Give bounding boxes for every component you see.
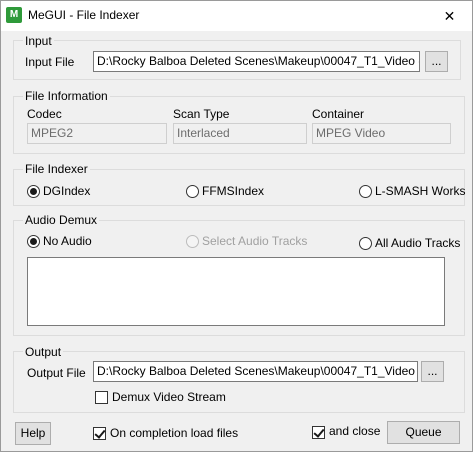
container-field: MPEG Video	[312, 123, 451, 144]
ffmsindex-label[interactable]: FFMSIndex	[202, 184, 264, 198]
all-audio-tracks-label[interactable]: All Audio Tracks	[375, 236, 460, 250]
scan-type-label: Scan Type	[173, 107, 230, 121]
queue-button[interactable]: Queue	[387, 421, 460, 444]
on-completion-load-files-label[interactable]: On completion load files	[110, 426, 238, 440]
output-file-field[interactable]: D:\Rocky Balboa Deleted Scenes\Makeup\00…	[93, 361, 418, 382]
file-indexer-window: M MeGUI - File Indexer ✕ Input Input Fil…	[0, 0, 473, 452]
codec-label: Codec	[27, 107, 62, 121]
megui-app-icon: M	[6, 7, 22, 23]
all-audio-tracks-radio[interactable]	[359, 237, 372, 250]
and-close-checkbox[interactable]	[312, 426, 325, 439]
help-button[interactable]: Help	[15, 422, 51, 445]
input-file-field[interactable]: D:\Rocky Balboa Deleted Scenes\Makeup\00…	[93, 51, 420, 72]
scan-type-field: Interlaced	[173, 123, 307, 144]
and-close-label[interactable]: and close	[329, 424, 380, 438]
close-window-button[interactable]: ✕	[427, 1, 472, 31]
title-bar: M MeGUI - File Indexer ✕	[1, 1, 472, 31]
input-file-label: Input File	[25, 55, 75, 69]
file-information-group-label: File Information	[23, 89, 110, 103]
window-title: MeGUI - File Indexer	[28, 8, 140, 22]
select-audio-tracks-radio	[186, 235, 199, 248]
file-indexer-group-label: File Indexer	[23, 162, 90, 176]
output-group-label: Output	[23, 345, 64, 359]
output-browse-button[interactable]: ...	[421, 361, 444, 382]
demux-video-stream-checkbox[interactable]	[95, 391, 108, 404]
demux-video-stream-label[interactable]: Demux Video Stream	[112, 390, 226, 404]
audio-tracks-list[interactable]	[27, 257, 445, 326]
input-browse-button[interactable]: ...	[425, 51, 448, 72]
container-label: Container	[312, 107, 365, 121]
dgindex-radio[interactable]	[27, 185, 40, 198]
on-completion-load-files-checkbox[interactable]	[93, 427, 106, 440]
no-audio-radio[interactable]	[27, 235, 40, 248]
codec-field: MPEG2	[27, 123, 167, 144]
lsmash-works-radio[interactable]	[359, 185, 372, 198]
input-group-label: Input	[23, 34, 54, 48]
select-audio-tracks-label: Select Audio Tracks	[202, 234, 308, 248]
no-audio-label[interactable]: No Audio	[43, 234, 92, 248]
close-icon: ✕	[443, 8, 456, 24]
ffmsindex-radio[interactable]	[186, 185, 199, 198]
output-file-label: Output File	[27, 366, 86, 380]
lsmash-works-label[interactable]: L-SMASH Works	[375, 184, 465, 198]
audio-demux-group-label: Audio Demux	[23, 213, 100, 227]
dgindex-label[interactable]: DGIndex	[43, 184, 90, 198]
